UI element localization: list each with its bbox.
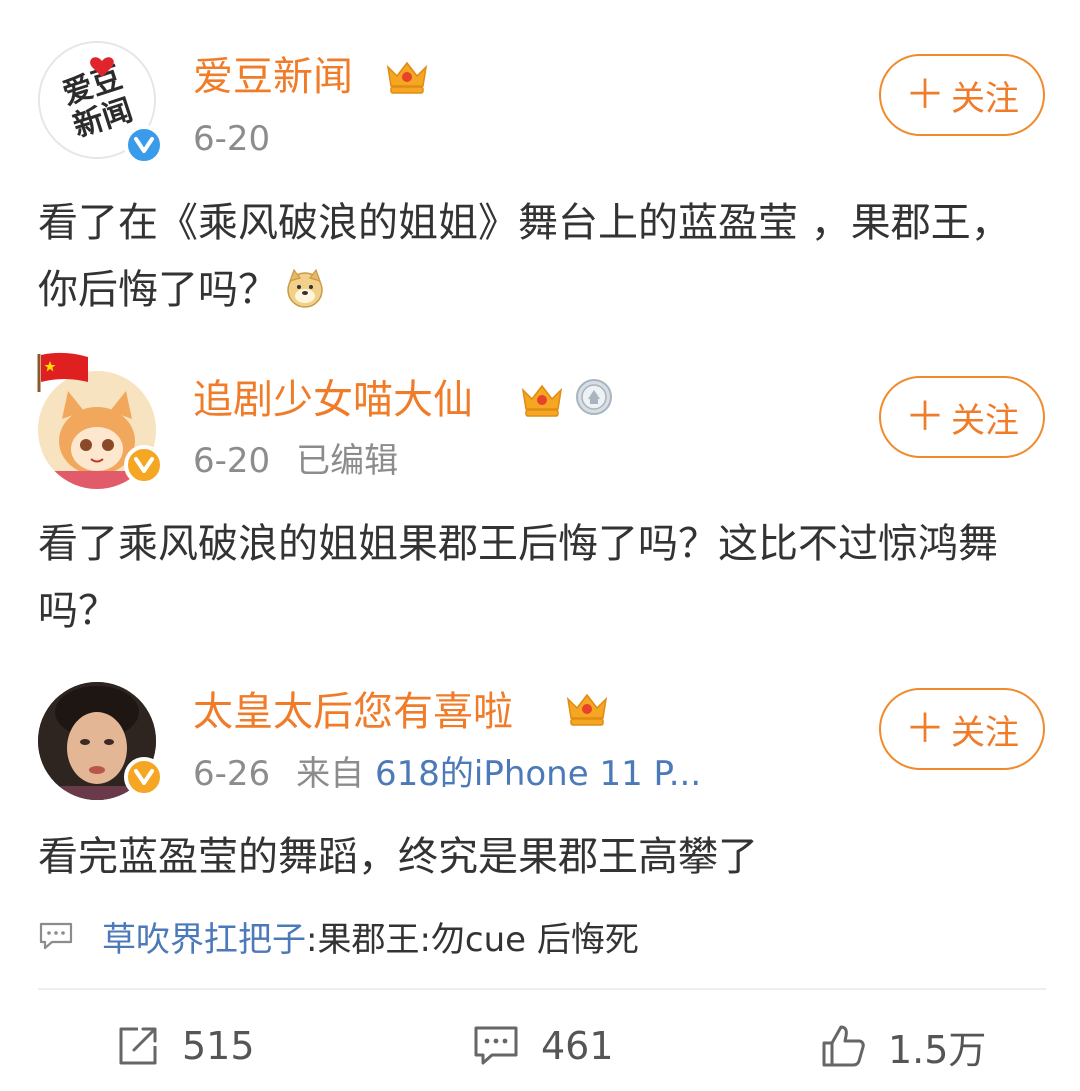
follow-label: 关注 [951,712,1019,753]
like-count: 1.5万 [888,1027,987,1072]
verified-badge-icon [124,757,164,797]
post-content: 看完蓝盈莹的舞蹈，终究是果郡王高攀了 [38,824,1048,891]
comment-bubble-icon [39,922,73,950]
comment-count: 461 [541,1024,614,1068]
post-text: 看完蓝盈莹的舞蹈，终究是果郡王高攀了 [38,834,758,880]
post-date: 6-26 [193,754,271,794]
plus-icon: ＋ [905,706,945,752]
divider [38,988,1046,990]
like-button[interactable]: 1.5万 [820,1018,986,1074]
post-source-link[interactable]: 618的iPhone 11 P... [375,754,701,794]
follow-button[interactable]: ＋ 关注 [879,688,1045,770]
comment-icon [474,1026,518,1065]
crown-icon [566,693,608,726]
repost-count: 515 [182,1024,255,1068]
thumbs-up-icon [822,1025,865,1067]
comment-preview[interactable]: 草吹界扛把子:果郡王:勿cue 后悔死 [38,910,639,962]
repost-icon [119,1027,157,1065]
comment-button[interactable]: 461 [473,1018,614,1074]
comment-text: :果郡王:勿cue 后悔死 [306,919,639,960]
post-3: 太皇太后您有喜啦 6-26 来自 618的iPhone 11 P... ＋ 关注 … [0,0,1080,980]
source-prefix: 来自 [296,754,365,794]
comment-username[interactable]: 草吹界扛把子 [102,912,306,961]
post-meta: 6-26 来自 618的iPhone 11 P... [193,753,701,795]
repost-button[interactable]: 515 [116,1018,255,1074]
username[interactable]: 太皇太后您有喜啦 [193,687,513,737]
